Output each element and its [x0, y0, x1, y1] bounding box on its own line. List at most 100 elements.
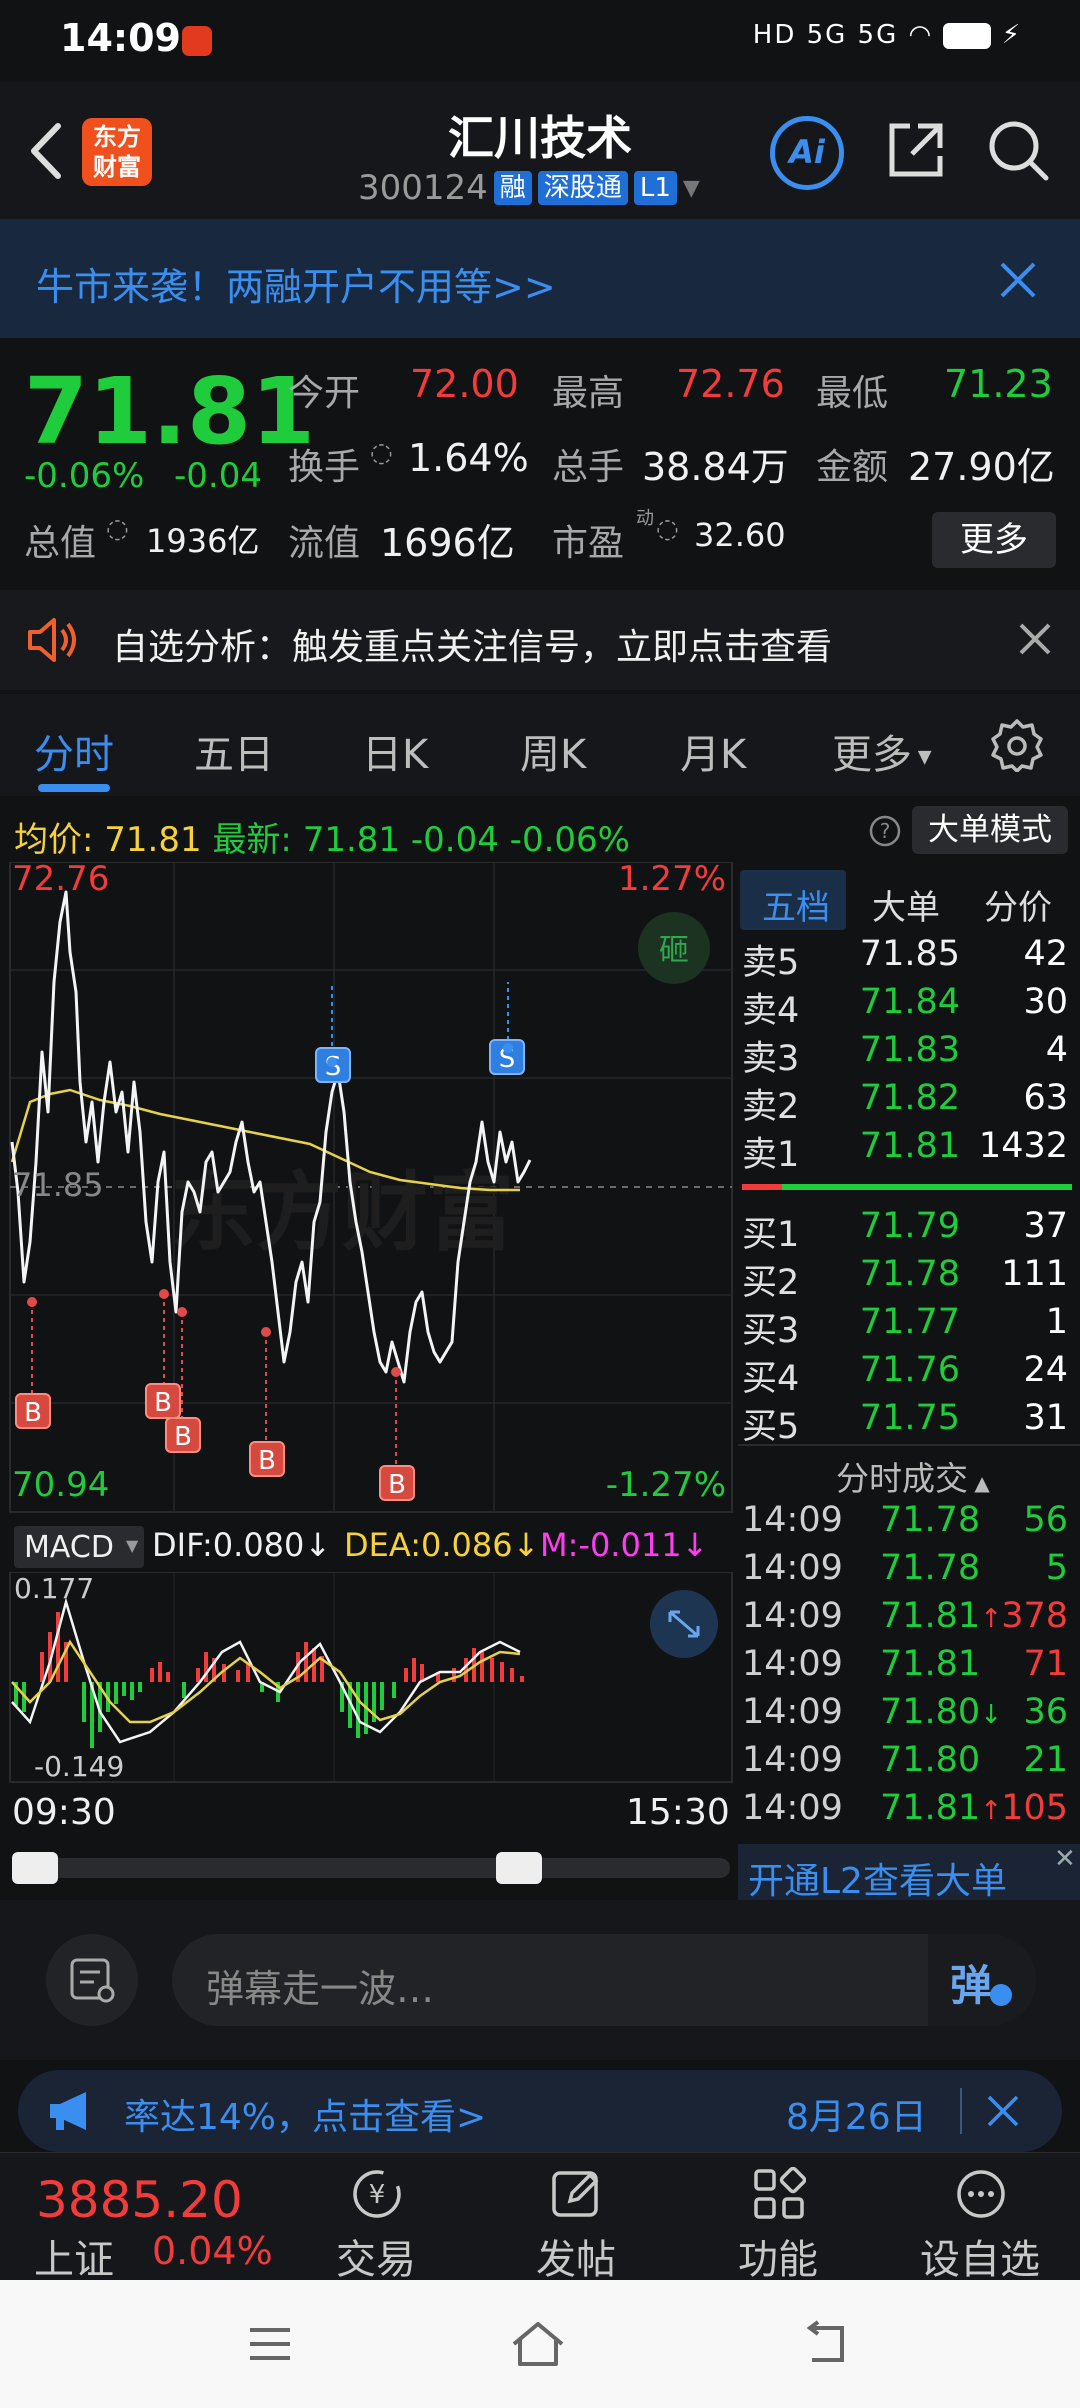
trade-volume: 105: [1001, 1788, 1068, 1828]
ask-row-1[interactable]: 卖1 71.81 1432: [738, 1126, 1080, 1175]
danmu-input[interactable]: 弹幕走一波… 弹: [172, 1934, 1036, 2026]
search-icon[interactable]: [986, 118, 1052, 184]
ticker-date: 8月26日: [786, 2097, 927, 2138]
news-ticker[interactable]: 率达14%，点击查看> 8月26日: [18, 2070, 1062, 2152]
tab-weekly-k[interactable]: 周K: [520, 722, 586, 780]
big-order-mode-button[interactable]: 大单模式: [912, 806, 1068, 854]
tab-price-distribution[interactable]: 分价: [984, 880, 1052, 929]
close-icon[interactable]: [998, 260, 1038, 300]
tab-intraday[interactable]: 分时: [34, 722, 114, 780]
tab-five-level[interactable]: 五档: [762, 880, 830, 929]
ai-assistant-button[interactable]: Ai: [770, 116, 844, 190]
home-icon[interactable]: [508, 2318, 568, 2370]
trade-price-wrap: 71.81↑: [880, 1596, 1002, 1636]
trade-time: 14:09: [742, 1740, 843, 1780]
trade-time: 14:09: [742, 1788, 843, 1828]
mktcap-value: 1936亿: [146, 522, 260, 560]
close-icon[interactable]: [1018, 622, 1052, 656]
high-value: 72.76: [676, 362, 785, 406]
index-name[interactable]: 上证: [34, 2227, 114, 2285]
ask-row-5[interactable]: 卖5 71.85 42: [738, 934, 1080, 983]
svg-text:B: B: [388, 1470, 406, 1500]
intraday-price-chart[interactable]: 东方财富 72.76 1.27% 71.85 70.94 -1.27% 砸 B …: [0, 862, 734, 1518]
ask-row-2[interactable]: 卖2 71.82 63: [738, 1078, 1080, 1127]
margin-tag: 融: [493, 171, 532, 205]
ask-row-4[interactable]: 卖4 71.84 30: [738, 982, 1080, 1031]
nav-add-watchlist-label: 设自选: [920, 2237, 1040, 2283]
watermark: 东方财富: [170, 1163, 514, 1263]
change-percent: -0.06%: [24, 456, 145, 496]
close-icon[interactable]: [986, 2094, 1020, 2128]
promo-banner[interactable]: 牛市来袭！两融开户不用等>>: [0, 220, 1080, 338]
chart-period-tabs: 分时 五日 日K 周K 月K 更多 ▼: [0, 694, 1080, 796]
ask-row-3[interactable]: 卖3 71.83 4: [738, 1030, 1080, 1079]
trade-price: 71.78: [880, 1500, 981, 1540]
turnover-label: 换手: [288, 447, 361, 488]
bid-price: 71.77: [859, 1302, 960, 1342]
low-value: 71.23: [944, 362, 1053, 406]
nav-add-watchlist[interactable]: 设自选: [910, 2153, 1050, 2283]
indicator-selector[interactable]: MACD ▼: [14, 1526, 144, 1568]
avg-label: 均价:: [14, 820, 94, 860]
bid-volume: 111: [1001, 1254, 1068, 1294]
chevron-down-icon[interactable]: ▼: [683, 176, 700, 201]
stock-code: 300124: [358, 168, 488, 208]
bid-row-5[interactable]: 买5 71.75 31: [738, 1398, 1080, 1447]
caret-down-icon: ▼: [912, 746, 932, 768]
trade-volume: 5: [1045, 1548, 1068, 1588]
bid-row-2[interactable]: 买2 71.78 111: [738, 1254, 1080, 1303]
trade-volume: 21: [1023, 1740, 1068, 1780]
nav-trade[interactable]: ¥ 交易: [306, 2153, 446, 2283]
bid-row-4[interactable]: 买4 71.76 24: [738, 1350, 1080, 1399]
return-icon[interactable]: [798, 2320, 850, 2368]
help-icon[interactable]: ?: [868, 814, 902, 848]
edit-icon: [552, 2171, 599, 2217]
more-button[interactable]: 更多: [932, 512, 1056, 568]
timeline-scrollbar[interactable]: [12, 1858, 730, 1878]
share-icon[interactable]: [884, 118, 948, 182]
bid-row-1[interactable]: 买1 71.79 37: [738, 1206, 1080, 1255]
gear-icon[interactable]: [990, 718, 1044, 772]
tab-monthly-k[interactable]: 月K: [680, 722, 746, 780]
amount-label: 金额: [816, 447, 889, 488]
divider: [738, 1444, 1080, 1446]
timeline-right-handle[interactable]: [496, 1852, 542, 1884]
comment-list-button[interactable]: [46, 1934, 138, 2026]
ask-volume: 1432: [978, 1126, 1068, 1166]
trades-title[interactable]: 分时成交 ▲: [836, 1452, 990, 1500]
info-icon[interactable]: ◌: [106, 514, 129, 544]
ask-price: 71.83: [859, 1030, 960, 1070]
timeline-left-handle[interactable]: [12, 1852, 58, 1884]
trade-volume: 56: [1023, 1500, 1068, 1540]
index-value[interactable]: 3885.20: [36, 2171, 243, 2229]
ask-price: 71.82: [859, 1078, 960, 1118]
svg-text:B: B: [174, 1422, 192, 1452]
info-icon[interactable]: ◌: [656, 514, 679, 544]
float-value: 1696亿: [380, 521, 515, 565]
bid-row-3[interactable]: 买3 71.77 1: [738, 1302, 1080, 1351]
bid-label: 买3: [742, 1311, 800, 1351]
bid-volume: 37: [1023, 1206, 1068, 1246]
last-change: -0.04: [410, 820, 499, 860]
tab-more[interactable]: 更多 ▼: [832, 722, 932, 780]
info-icon[interactable]: ◌: [370, 438, 393, 468]
high-label: 最高: [552, 373, 625, 414]
l2-upsell-banner[interactable]: 开通L2查看大单 ✕: [738, 1844, 1080, 1902]
tab-daily-k[interactable]: 日K: [362, 722, 428, 780]
danmu-send-button[interactable]: 弹: [928, 1934, 1036, 2026]
analysis-alert-banner[interactable]: 自选分析：触发重点关注信号，立即点击查看: [0, 590, 1080, 690]
macd-chart[interactable]: 0.177 -0.149: [0, 1572, 734, 1788]
trade-price-wrap: 71.80↓: [880, 1692, 1002, 1732]
open-label: 今开: [288, 373, 361, 414]
macd-dea-line: [11, 1639, 521, 1724]
menu-icon[interactable]: [246, 2320, 294, 2368]
trade-row: 14:09 71.81↑ 105: [738, 1788, 1080, 1836]
nav-functions[interactable]: 功能: [708, 2153, 848, 2283]
status-bar: 14:09 HD 5G 5G ◠ ⚡: [0, 0, 1080, 82]
tab-big-order[interactable]: 大单: [872, 880, 940, 929]
nav-post[interactable]: 发帖: [506, 2153, 646, 2283]
tab-five-day[interactable]: 五日: [194, 722, 274, 780]
trade-price: 71.81: [880, 1596, 981, 1636]
macd-m: M:-0.011↓: [540, 1526, 709, 1564]
close-icon[interactable]: ✕: [1054, 1844, 1076, 1874]
